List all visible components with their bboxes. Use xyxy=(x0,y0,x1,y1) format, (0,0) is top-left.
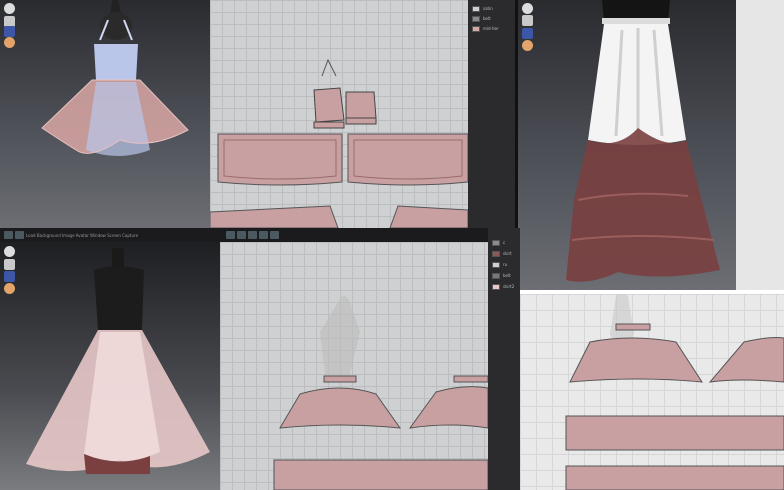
object-label: satin xyxy=(483,6,493,11)
color-swatch xyxy=(492,261,500,268)
toolbar-caption: Load Background Image Avatar Window Scre… xyxy=(26,232,139,238)
viewport-3d-top-right[interactable] xyxy=(518,0,736,290)
color-swatch xyxy=(472,15,480,22)
dress-model xyxy=(41,0,189,156)
object-item[interactable]: ru xyxy=(492,260,507,269)
object-item[interactable]: satin xyxy=(472,4,493,13)
scroll-strip xyxy=(736,0,784,290)
pattern-window-top[interactable] xyxy=(210,0,468,228)
ballgown-model xyxy=(26,248,210,474)
edit-icon[interactable] xyxy=(237,231,246,239)
sew-icon[interactable] xyxy=(270,231,279,239)
object-label: mid-tier xyxy=(483,26,499,31)
object-browser-top: satin belt mid-tier xyxy=(468,0,518,228)
color-swatch xyxy=(472,5,480,12)
object-label: belt xyxy=(483,16,491,21)
pattern-pieces-bottom xyxy=(273,296,488,490)
pattern-window-bottom[interactable] xyxy=(220,242,488,490)
viewport-3d-bottom-left[interactable] xyxy=(0,242,220,490)
color-swatch xyxy=(492,239,500,246)
long-skirt-model xyxy=(566,0,720,282)
viewport-3d-top-left[interactable] xyxy=(0,0,210,228)
object-label: skirt2 xyxy=(503,284,515,289)
sim-icon[interactable] xyxy=(15,231,24,239)
object-item[interactable]: c xyxy=(492,238,505,247)
color-swatch xyxy=(492,250,500,257)
pattern-window-bottom-right[interactable] xyxy=(520,294,784,490)
object-browser-bottom: c skirt ru belt skirt2 xyxy=(488,228,520,490)
color-swatch xyxy=(472,25,480,32)
grid-icon[interactable] xyxy=(248,231,257,239)
color-swatch xyxy=(492,283,500,290)
object-label: belt xyxy=(503,273,511,278)
select-icon[interactable] xyxy=(226,231,235,239)
object-item[interactable]: skirt2 xyxy=(492,282,514,291)
object-item[interactable]: mid-tier xyxy=(472,24,499,33)
object-item[interactable]: belt xyxy=(472,14,491,23)
toolbar-bottom-pattern xyxy=(220,228,488,242)
color-swatch xyxy=(492,272,500,279)
object-label: ru xyxy=(503,262,508,267)
render-icon[interactable] xyxy=(4,231,13,239)
pattern-pieces-right xyxy=(565,294,784,490)
object-label: c xyxy=(503,240,506,245)
object-item[interactable]: belt xyxy=(492,271,511,280)
object-label: skirt xyxy=(503,251,512,256)
divider-bar xyxy=(520,290,784,294)
pattern-pieces-top xyxy=(210,58,468,228)
toolbar-bottom-left: Load Background Image Avatar Window Scre… xyxy=(0,228,220,242)
segment-icon[interactable] xyxy=(259,231,268,239)
object-item[interactable]: skirt xyxy=(492,249,512,258)
